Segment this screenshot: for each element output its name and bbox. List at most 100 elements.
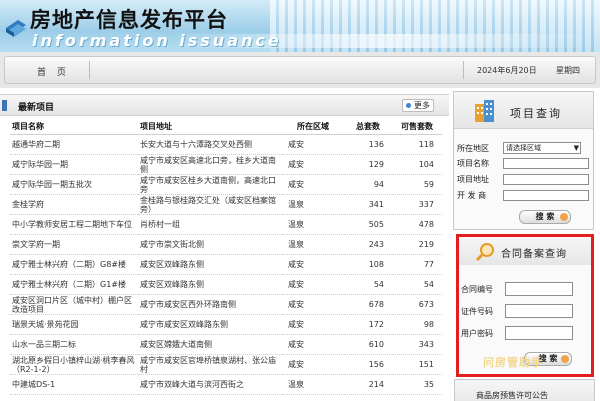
project-name-cell[interactable]: 中建城DS-1: [10, 374, 138, 395]
table-row[interactable]: 崇文学府一期 咸宁市崇文街北侧 温泉 243 219: [10, 234, 442, 255]
presale-notice-box[interactable]: 商品房预售许可公告: [454, 379, 595, 401]
watermark-text: 问房管助手: [483, 356, 543, 369]
table-row[interactable]: 咸宁雅士林兴府（二期）G8#楼 咸安区双峰路东侧 咸安 108 77: [10, 254, 442, 275]
column-header: 项目名称: [10, 119, 138, 135]
total-units-cell: 678: [344, 294, 392, 315]
district-select-value: 请选择区域: [506, 144, 541, 152]
more-link[interactable]: 更多: [402, 99, 434, 112]
project-name-cell[interactable]: 越通华府二期: [10, 134, 138, 155]
project-area-cell: 温泉: [282, 214, 344, 235]
project-name-cell[interactable]: 咸宁雅士林兴府（二期）G1#楼: [10, 274, 138, 295]
project-address-cell: 咸安区双峰路东侧: [138, 274, 282, 295]
column-header: 所在区域: [282, 119, 344, 135]
right-sidebar: 项目查询 所在地区 请选择区域 ▼ 项目名称 项目地址 开 发 商 搜 索 合同…: [453, 88, 600, 401]
logo-icon: [6, 20, 26, 37]
nav-bar: 首 页 2024年6月20日 星期四: [4, 56, 596, 84]
developer-input[interactable]: [503, 190, 589, 201]
table-row[interactable]: 中小学教师安居工程二期地下车位 肖桥村一组 温泉 505 478: [10, 214, 442, 235]
project-address-cell: 咸安区双峰路东侧: [138, 254, 282, 275]
total-units-cell: 610: [344, 334, 392, 355]
available-units-cell: 54: [392, 274, 442, 295]
project-name-cell[interactable]: 崇文学府一期: [10, 234, 138, 255]
contract-no-label: 合同编号: [461, 285, 493, 294]
column-header: 项目地址: [138, 119, 282, 135]
project-search-button[interactable]: 搜 索: [519, 210, 571, 224]
project-address-cell: 长安大道与十六潭路交叉处西侧: [138, 134, 282, 155]
available-units-cell: 77: [392, 254, 442, 275]
project-area-cell: 咸安: [282, 174, 344, 195]
project-area-cell: 咸安: [282, 134, 344, 155]
available-units-cell: 98: [392, 314, 442, 335]
total-units-cell: 214: [344, 374, 392, 395]
nav-home-link[interactable]: 首 页: [37, 65, 70, 78]
project-name-cell[interactable]: 咸宁雅士林兴府（二期）G8#楼: [10, 254, 138, 275]
project-address-cell: 咸宁市咸安区桂乡大道南侧，高速北口旁: [138, 174, 282, 195]
table-row[interactable]: 瑞景天城·景苑花园 咸宁市咸安区双峰路东侧 咸安 172 98: [10, 314, 442, 335]
project-area-cell: 咸安: [282, 254, 344, 275]
project-name-cell[interactable]: 中小学教师安居工程二期地下车位: [10, 214, 138, 235]
contract-search-header: 合同备案查询: [459, 237, 591, 265]
nav-divider: [463, 61, 464, 79]
project-area-cell: 咸安: [282, 154, 344, 175]
available-units-cell: 35: [392, 374, 442, 395]
projects-table: 项目名称 项目地址 所在区域 总套数 可售套数 越通华府二期 长安大道与十六潭路交…: [10, 119, 442, 395]
magnifier-icon: [475, 243, 494, 262]
project-address-input[interactable]: [503, 174, 589, 185]
project-area-cell: 温泉: [282, 234, 344, 255]
total-units-cell: 129: [344, 154, 392, 175]
building-search-icon: [475, 100, 494, 122]
district-label: 所在地区: [457, 144, 489, 153]
table-row[interactable]: 山水一品三期二标 咸安区嫦娥大道南侧 咸安 610 343: [10, 334, 442, 355]
project-name-input[interactable]: [503, 158, 589, 169]
latest-projects-title: 最新项目: [18, 103, 55, 113]
available-units-cell: 118: [392, 134, 442, 155]
contract-search-box: 合同备案查询 合同编号 证件号码 用户密码 搜 索 问房管助手: [456, 234, 594, 377]
contract-search-title: 合同备案查询: [501, 249, 567, 260]
nav-divider: [89, 61, 90, 79]
table-row[interactable]: 咸宁际华园一期五批次 咸宁市咸安区桂乡大道南侧，高速北口旁 咸安 94 59: [10, 174, 442, 195]
table-row[interactable]: 咸宁雅士林兴府（二期）G1#楼 咸安区双峰路东侧 咸安 54 54: [10, 274, 442, 295]
table-row[interactable]: 湖北原乡假日小镇梓山湖·桃李春风（R2-1-2） 咸宁市咸安区官埠桥镇泉湖村、张公…: [10, 354, 442, 375]
header-banner: 房地产信息发布平台 information issuance: [0, 0, 600, 52]
project-name-cell[interactable]: 湖北原乡假日小镇梓山湖·桃李春风（R2-1-2）: [10, 354, 138, 375]
project-address-cell: 咸宁市咸安区双峰路东侧: [138, 314, 282, 335]
available-units-cell: 219: [392, 234, 442, 255]
table-header-row: 项目名称 项目地址 所在区域 总套数 可售套数: [10, 119, 442, 135]
available-units-cell: 343: [392, 334, 442, 355]
project-search-box: 项目查询 所在地区 请选择区域 ▼ 项目名称 项目地址 开 发 商 搜 索: [453, 91, 594, 230]
project-address-cell: 咸宁市咸安区官埠桥镇泉湖村、张公庙村: [138, 354, 282, 375]
project-area-cell: 咸安: [282, 354, 344, 375]
password-input[interactable]: [505, 326, 573, 340]
table-row[interactable]: 中建城DS-1 咸宁市双峰大道与滨河西街之 温泉 214 35: [10, 374, 442, 395]
project-name-cell[interactable]: 咸宁际华园一期: [10, 154, 138, 175]
id-no-label: 证件号码: [461, 307, 493, 316]
available-units-cell: 337: [392, 194, 442, 215]
project-name-cell[interactable]: 咸宁际华园一期五批次: [10, 174, 138, 195]
latest-projects-header: 最新项目 更多: [0, 95, 449, 116]
project-search-header: 项目查询: [454, 92, 593, 129]
table-row[interactable]: 越通华府二期 长安大道与十六潭路交叉处西侧 咸安 136 118: [10, 134, 442, 155]
id-no-input[interactable]: [505, 304, 573, 318]
project-name-cell[interactable]: 咸安区洞口片区（城中村）棚户区改造项目: [10, 294, 138, 315]
district-select[interactable]: 请选择区域 ▼: [503, 142, 581, 154]
project-name-cell[interactable]: 瑞景天城·景苑花园: [10, 314, 138, 335]
project-area-cell: 咸安: [282, 294, 344, 315]
project-name-cell[interactable]: 山水一品三期二标: [10, 334, 138, 355]
site-subtitle: information issuance: [32, 31, 282, 50]
bullet-icon: [406, 103, 411, 108]
table-row[interactable]: 金桂学府 金桂路与银桂路交汇处（咸安区档案馆旁） 温泉 341 337: [10, 194, 442, 215]
project-search-title: 项目查询: [510, 107, 562, 120]
project-address-label: 项目地址: [457, 175, 489, 184]
site-title: 房地产信息发布平台: [30, 7, 228, 32]
contract-no-input[interactable]: [505, 282, 573, 296]
column-header: 可售套数: [392, 119, 442, 135]
total-units-cell: 505: [344, 214, 392, 235]
available-units-cell: 104: [392, 154, 442, 175]
project-address-cell: 咸宁市咸安区西外环路南侧: [138, 294, 282, 315]
latest-projects-panel: 最新项目 更多 项目名称 项目地址 所在区域 总套数 可售套数 越通华府二期 长安…: [0, 94, 449, 401]
table-row[interactable]: 咸安区洞口片区（城中村）棚户区改造项目 咸宁市咸安区西外环路南侧 咸安 678 673: [10, 294, 442, 315]
table-row[interactable]: 咸宁际华园一期 咸宁市咸安区高速北口旁，桂乡大道南侧 咸安 129 104: [10, 154, 442, 175]
project-name-label: 项目名称: [457, 159, 489, 168]
available-units-cell: 478: [392, 214, 442, 235]
project-name-cell[interactable]: 金桂学府: [10, 194, 138, 215]
